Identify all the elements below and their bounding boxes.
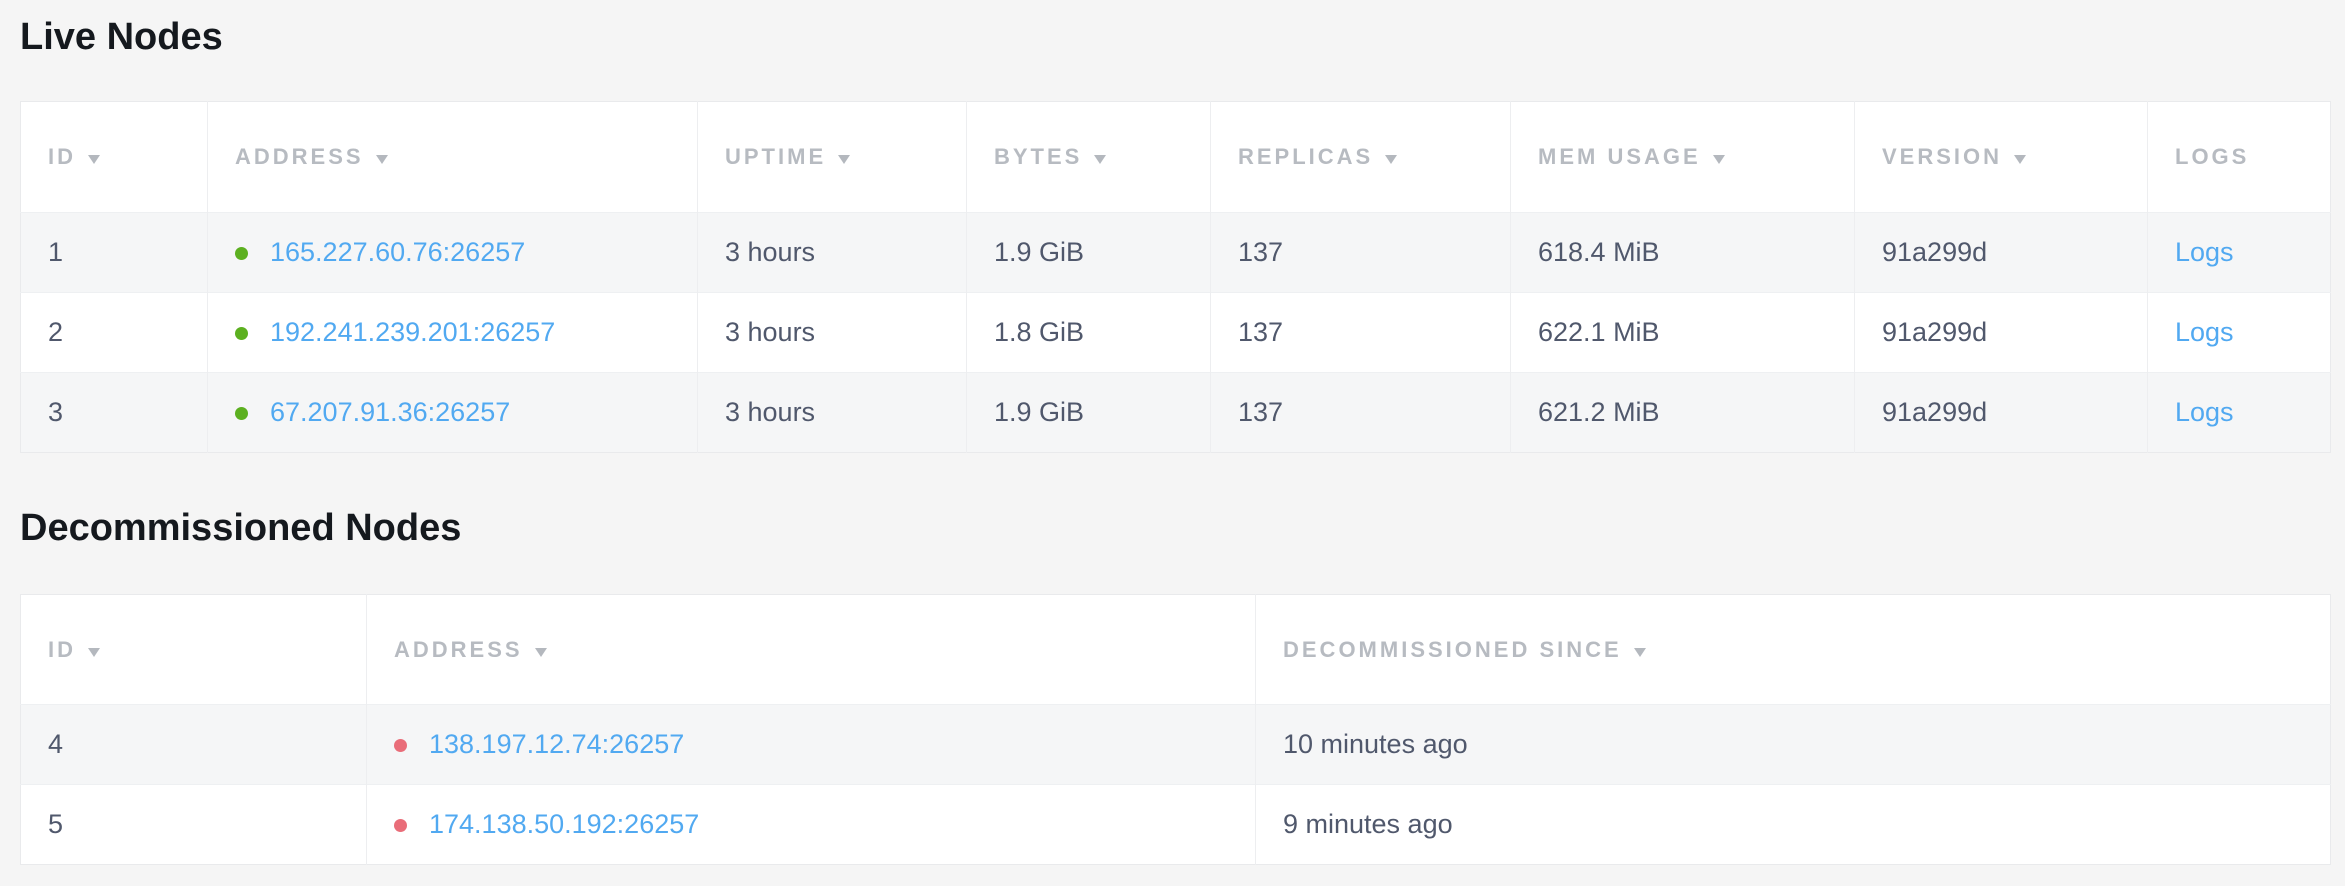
sort-arrow-icon <box>1634 648 1646 657</box>
column-header-label: ADDRESS <box>235 144 364 169</box>
column-header-label: REPLICAS <box>1238 144 1373 169</box>
node-id-cell: 5 <box>21 785 367 865</box>
column-header-label: VERSION <box>1882 144 2002 169</box>
table-row: 5 174.138.50.192:26257 9 minutes ago <box>21 785 2331 865</box>
column-header-label: BYTES <box>994 144 1082 169</box>
sort-arrow-icon <box>88 648 100 657</box>
node-bytes-cell: 1.9 GiB <box>967 213 1211 293</box>
node-mem-usage-cell: 622.1 MiB <box>1511 293 1855 373</box>
column-header-label: DECOMMISSIONED SINCE <box>1283 637 1622 662</box>
live-nodes-header-row: ID ADDRESS UPTIME BYTES REPLICAS MEM USA… <box>21 102 2331 213</box>
node-replicas-cell: 137 <box>1211 373 1511 453</box>
node-address-link[interactable]: 174.138.50.192:26257 <box>429 809 699 839</box>
column-header-logs: LOGS <box>2148 102 2331 213</box>
column-header-label: MEM USAGE <box>1538 144 1701 169</box>
node-address-link[interactable]: 165.227.60.76:26257 <box>270 237 525 267</box>
node-replicas-cell: 137 <box>1211 293 1511 373</box>
column-header-address[interactable]: ADDRESS <box>208 102 698 213</box>
column-header-label: ID <box>48 144 76 169</box>
node-replicas-cell: 137 <box>1211 213 1511 293</box>
node-id-cell: 2 <box>21 293 208 373</box>
live-status-dot-icon <box>235 327 248 340</box>
table-row: 4 138.197.12.74:26257 10 minutes ago <box>21 705 2331 785</box>
live-nodes-table: ID ADDRESS UPTIME BYTES REPLICAS MEM USA… <box>20 101 2331 453</box>
live-status-dot-icon <box>235 247 248 260</box>
live-nodes-title: Live Nodes <box>20 14 2330 60</box>
nodes-page: Live Nodes ID ADDRESS UPTIME BYTES REPLI… <box>0 0 2345 886</box>
decommissioned-status-dot-icon <box>394 739 407 752</box>
sort-arrow-icon <box>838 155 850 164</box>
column-header-decommissioned-since[interactable]: DECOMMISSIONED SINCE <box>1256 595 2331 705</box>
node-decommissioned-since-cell: 9 minutes ago <box>1256 785 2331 865</box>
sort-arrow-icon <box>376 155 388 164</box>
decommissioned-nodes-table: ID ADDRESS DECOMMISSIONED SINCE 4 138.19… <box>20 594 2331 865</box>
node-mem-usage-cell: 618.4 MiB <box>1511 213 1855 293</box>
decommissioned-status-dot-icon <box>394 819 407 832</box>
column-header-label: ID <box>48 637 76 662</box>
column-header-label: UPTIME <box>725 144 826 169</box>
node-address-cell: 192.241.239.201:26257 <box>208 293 698 373</box>
node-version-cell: 91a299d <box>1855 293 2148 373</box>
decommissioned-nodes-title: Decommissioned Nodes <box>20 505 2330 551</box>
column-header-id[interactable]: ID <box>21 595 367 705</box>
node-uptime-cell: 3 hours <box>698 373 967 453</box>
sort-arrow-icon <box>1713 155 1725 164</box>
live-status-dot-icon <box>235 407 248 420</box>
column-header-version[interactable]: VERSION <box>1855 102 2148 213</box>
column-header-label: LOGS <box>2175 144 2249 169</box>
sort-arrow-icon <box>88 155 100 164</box>
node-decommissioned-since-cell: 10 minutes ago <box>1256 705 2331 785</box>
node-id-cell: 1 <box>21 213 208 293</box>
column-header-id[interactable]: ID <box>21 102 208 213</box>
node-version-cell: 91a299d <box>1855 373 2148 453</box>
node-uptime-cell: 3 hours <box>698 213 967 293</box>
column-header-label: ADDRESS <box>394 637 523 662</box>
node-mem-usage-cell: 621.2 MiB <box>1511 373 1855 453</box>
node-logs-cell: Logs <box>2148 373 2331 453</box>
sort-arrow-icon <box>535 648 547 657</box>
node-logs-cell: Logs <box>2148 293 2331 373</box>
node-address-link[interactable]: 138.197.12.74:26257 <box>429 729 684 759</box>
column-header-replicas[interactable]: REPLICAS <box>1211 102 1511 213</box>
column-header-bytes[interactable]: BYTES <box>967 102 1211 213</box>
logs-link[interactable]: Logs <box>2175 237 2234 267</box>
node-address-cell: 138.197.12.74:26257 <box>367 705 1256 785</box>
node-logs-cell: Logs <box>2148 213 2331 293</box>
decommissioned-nodes-header-row: ID ADDRESS DECOMMISSIONED SINCE <box>21 595 2331 705</box>
node-address-link[interactable]: 67.207.91.36:26257 <box>270 397 510 427</box>
sort-arrow-icon <box>1385 155 1397 164</box>
column-header-mem-usage[interactable]: MEM USAGE <box>1511 102 1855 213</box>
node-address-cell: 165.227.60.76:26257 <box>208 213 698 293</box>
sort-arrow-icon <box>2014 155 2026 164</box>
node-bytes-cell: 1.9 GiB <box>967 373 1211 453</box>
table-row: 1 165.227.60.76:26257 3 hours 1.9 GiB 13… <box>21 213 2331 293</box>
logs-link[interactable]: Logs <box>2175 317 2234 347</box>
node-id-cell: 4 <box>21 705 367 785</box>
column-header-address[interactable]: ADDRESS <box>367 595 1256 705</box>
node-address-link[interactable]: 192.241.239.201:26257 <box>270 317 555 347</box>
node-bytes-cell: 1.8 GiB <box>967 293 1211 373</box>
logs-link[interactable]: Logs <box>2175 397 2234 427</box>
column-header-uptime[interactable]: UPTIME <box>698 102 967 213</box>
node-id-cell: 3 <box>21 373 208 453</box>
table-row: 2 192.241.239.201:26257 3 hours 1.8 GiB … <box>21 293 2331 373</box>
node-uptime-cell: 3 hours <box>698 293 967 373</box>
node-version-cell: 91a299d <box>1855 213 2148 293</box>
node-address-cell: 67.207.91.36:26257 <box>208 373 698 453</box>
table-row: 3 67.207.91.36:26257 3 hours 1.9 GiB 137… <box>21 373 2331 453</box>
sort-arrow-icon <box>1094 155 1106 164</box>
node-address-cell: 174.138.50.192:26257 <box>367 785 1256 865</box>
